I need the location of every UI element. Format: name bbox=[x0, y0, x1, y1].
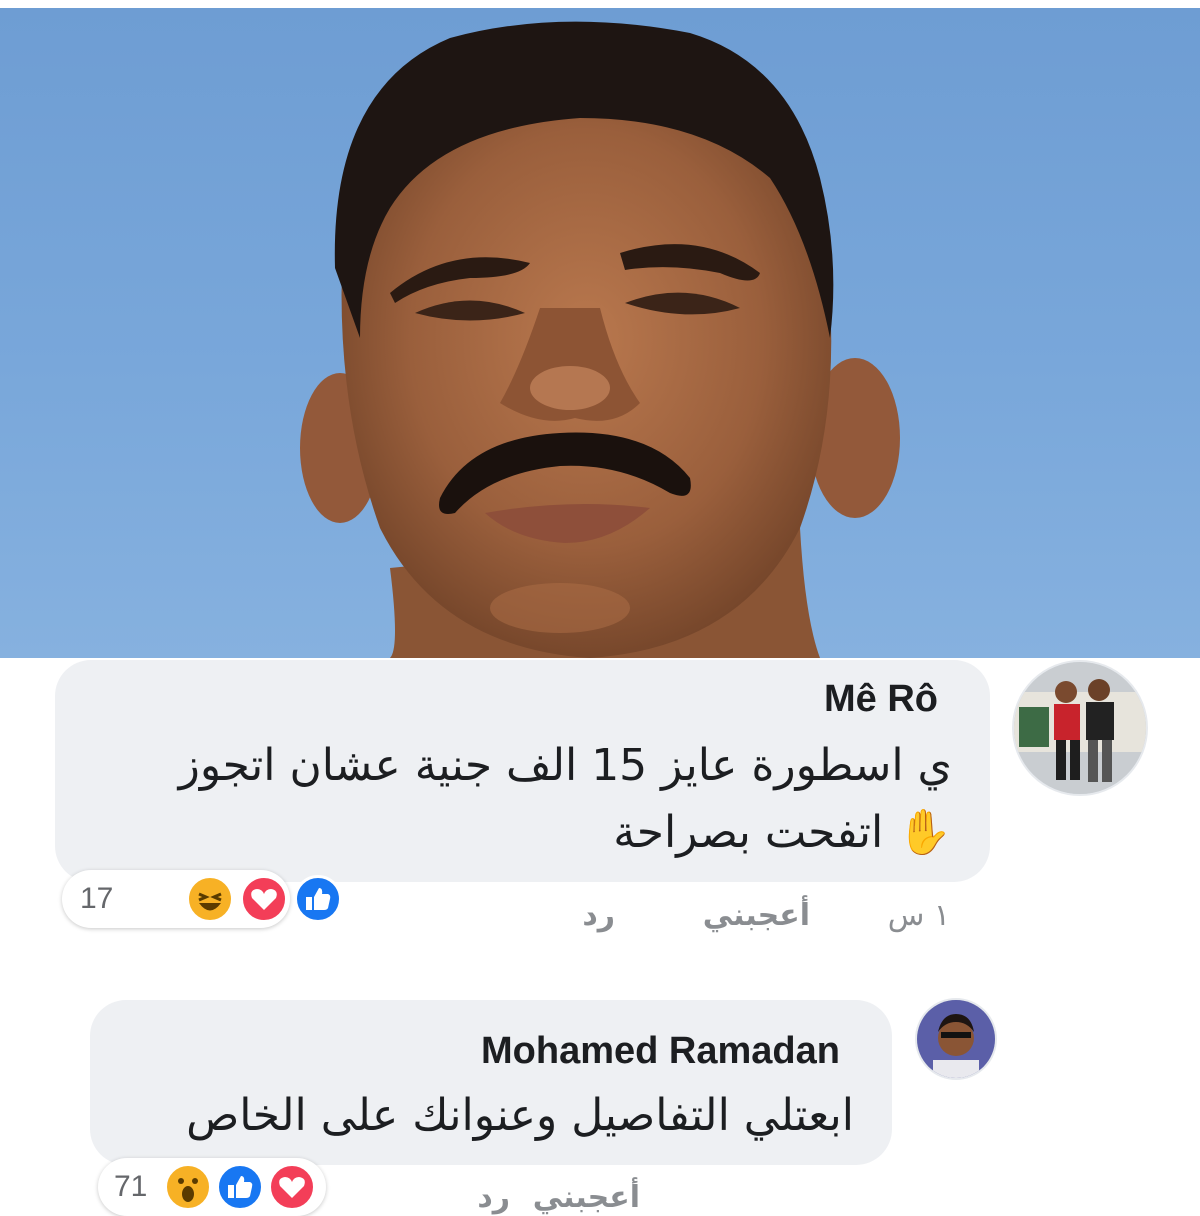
comment-time: ١ س bbox=[887, 898, 950, 933]
comment-bubble-1[interactable]: Mê Rô ي اسطورة عايز 15 الف جنية عشان اتج… bbox=[55, 660, 990, 882]
love-icon bbox=[268, 1163, 316, 1211]
like-icon bbox=[294, 875, 342, 923]
profile-photo-icon bbox=[917, 1000, 995, 1078]
comment-text-line: ي اسطورة عايز 15 الف جنية عشان اتجوز bbox=[178, 740, 952, 791]
haha-icon bbox=[186, 875, 234, 923]
reaction-count: 17 bbox=[80, 882, 114, 915]
reaction-count: 71 bbox=[114, 1170, 148, 1203]
post-photo[interactable] bbox=[0, 8, 1200, 658]
top-strip bbox=[0, 0, 1200, 8]
avatar-me-ro[interactable] bbox=[1012, 660, 1148, 796]
comment-author[interactable]: Mê Rô bbox=[824, 678, 938, 721]
profile-photo-icon bbox=[1014, 662, 1146, 794]
love-icon bbox=[240, 875, 288, 923]
reply-link[interactable]: رد bbox=[582, 898, 615, 933]
reaction-summary-1[interactable]: 17 bbox=[62, 870, 342, 928]
comment-bubble-2[interactable]: Mohamed Ramadan ابعتلي التفاصيل وعنوانك … bbox=[90, 1000, 892, 1165]
reply-link[interactable]: رد bbox=[477, 1180, 510, 1215]
like-icon bbox=[216, 1163, 264, 1211]
comment-text-line: ✋ اتفحت بصراحة bbox=[613, 806, 952, 858]
portrait-photo-icon bbox=[300, 21, 900, 658]
comment-author[interactable]: Mohamed Ramadan bbox=[481, 1030, 840, 1073]
wow-icon bbox=[164, 1163, 212, 1211]
comment-text-line: ابعتلي التفاصيل وعنوانك على الخاص bbox=[186, 1090, 854, 1141]
avatar-mohamed-ramadan[interactable] bbox=[915, 998, 997, 1080]
comment-text-line2: اتفحت بصراحة bbox=[613, 807, 884, 858]
like-link[interactable]: أعجبني bbox=[533, 1180, 640, 1215]
like-link[interactable]: أعجبني bbox=[703, 898, 810, 933]
reaction-summary-2[interactable]: 71 bbox=[98, 1158, 326, 1216]
raised-hand-emoji: ✋ bbox=[897, 807, 952, 858]
